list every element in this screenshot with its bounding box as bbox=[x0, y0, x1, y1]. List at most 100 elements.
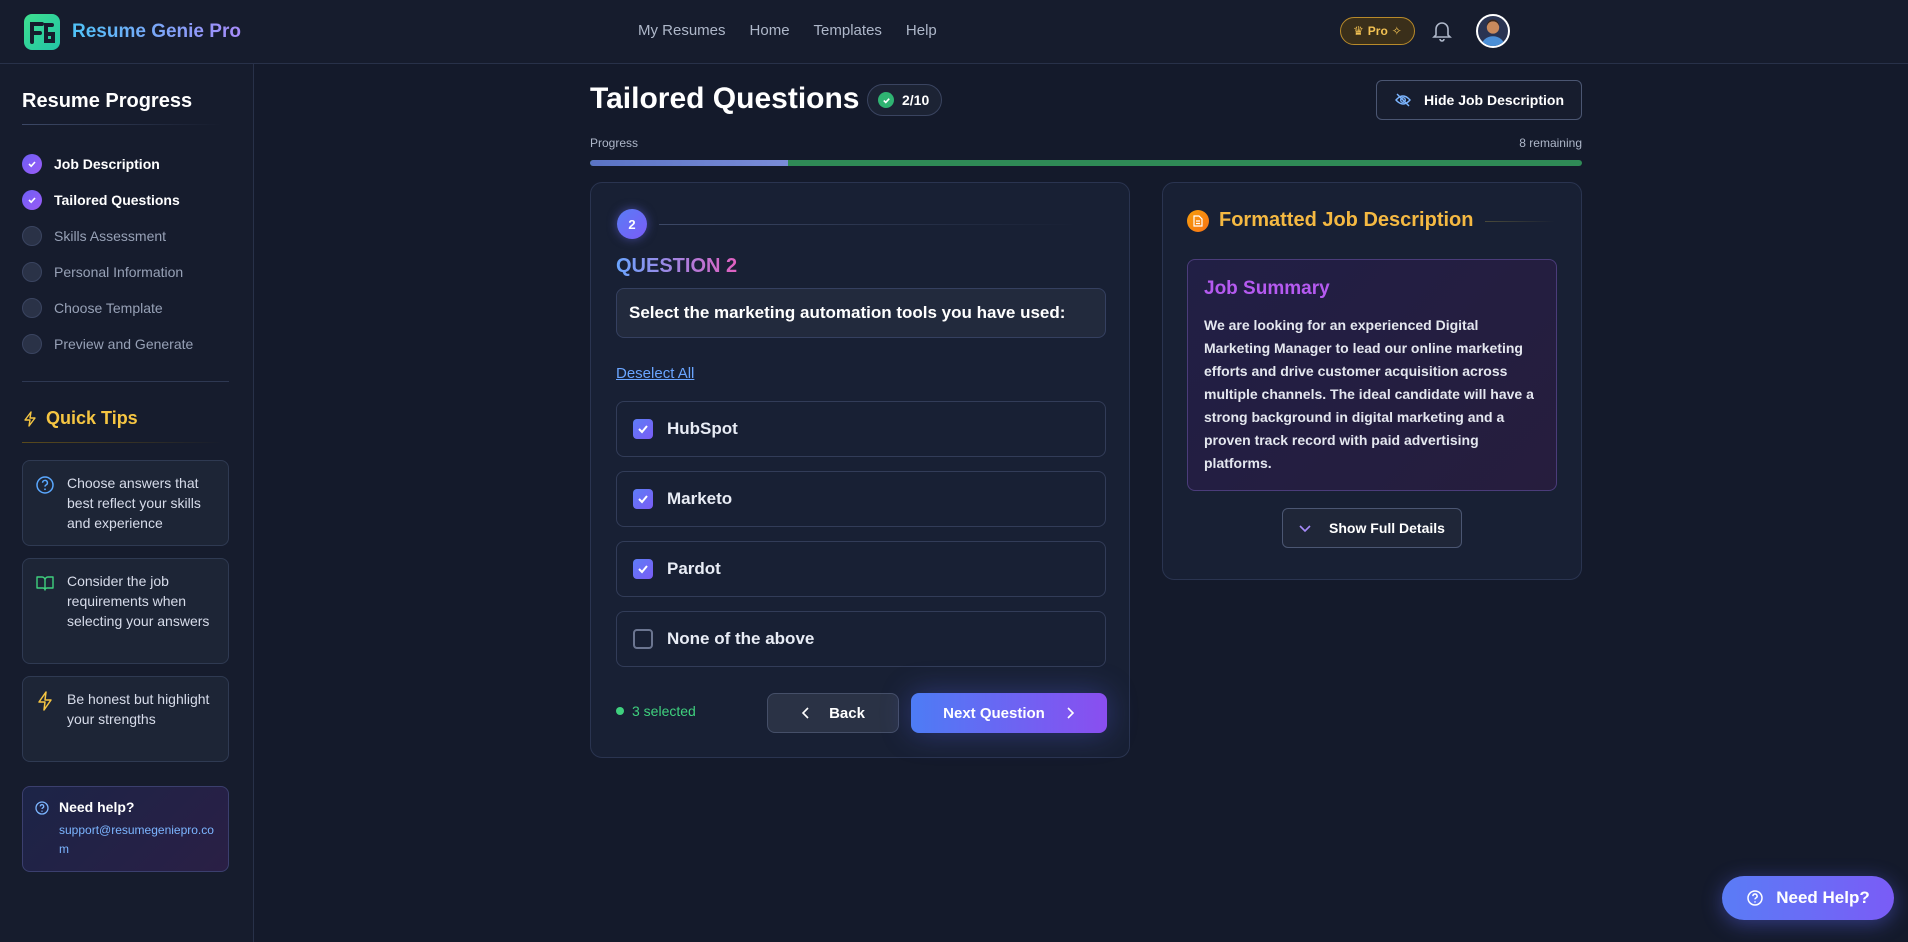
check-icon bbox=[22, 190, 42, 210]
question-number-badge: 2 bbox=[617, 209, 647, 239]
check-icon bbox=[878, 92, 894, 108]
progress-label: Progress bbox=[590, 136, 639, 150]
checkbox-unchecked[interactable] bbox=[633, 629, 653, 649]
back-button[interactable]: Back bbox=[767, 693, 899, 733]
brand-name: Resume Genie Pro bbox=[72, 21, 241, 42]
nav-templates[interactable]: Templates bbox=[814, 22, 882, 39]
pro-label: Pro bbox=[1367, 24, 1388, 38]
empty-circle-icon bbox=[22, 226, 42, 246]
help-title: Need help? bbox=[59, 799, 135, 815]
tip-card: Consider the job requirements when selec… bbox=[22, 558, 229, 664]
pro-badge[interactable]: ♛ Pro ✧ bbox=[1340, 17, 1415, 45]
hide-job-description-button[interactable]: Hide Job Description bbox=[1376, 80, 1582, 120]
step-label: Tailored Questions bbox=[54, 192, 180, 208]
step-job-description[interactable]: Job Description bbox=[22, 146, 193, 182]
tip-text: Consider the job requirements when selec… bbox=[67, 573, 210, 629]
lightning-icon bbox=[24, 410, 36, 427]
document-icon bbox=[1187, 209, 1209, 232]
job-summary-title: Job Summary bbox=[1204, 278, 1330, 299]
sparkle-icon: ✧ bbox=[1391, 24, 1402, 38]
selected-count: 3 selected bbox=[616, 703, 696, 719]
need-help-button[interactable]: Need Help? bbox=[1722, 876, 1894, 920]
back-label: Back bbox=[829, 704, 865, 722]
avatar-icon bbox=[1481, 19, 1505, 46]
empty-circle-icon bbox=[22, 334, 42, 354]
step-skills-assessment[interactable]: Skills Assessment bbox=[22, 218, 193, 254]
step-choose-template[interactable]: Choose Template bbox=[22, 290, 193, 326]
sidebar-title: Resume Progress bbox=[22, 90, 193, 112]
job-description-card: Formatted Job Description Job Summary We… bbox=[1162, 182, 1582, 580]
question-count-badge: 2/10 bbox=[867, 84, 943, 116]
chevron-down-icon bbox=[1299, 525, 1311, 533]
eye-off-icon bbox=[1395, 93, 1411, 107]
show-full-details-button[interactable]: Show Full Details bbox=[1282, 508, 1462, 548]
support-email-link[interactable]: support@resumegeniepro.com bbox=[59, 821, 216, 859]
next-question-button[interactable]: Next Question bbox=[911, 693, 1107, 733]
selected-count-text: 3 selected bbox=[632, 703, 696, 719]
app-logo[interactable]: Resume Genie Pro bbox=[22, 12, 241, 52]
job-summary-text: We are looking for an experienced Digita… bbox=[1204, 317, 1534, 471]
nav-home[interactable]: Home bbox=[750, 22, 790, 39]
quick-tips-heading: Quick Tips bbox=[22, 408, 138, 429]
divider bbox=[22, 442, 222, 443]
nav-my-resumes[interactable]: My Resumes bbox=[638, 22, 726, 39]
progress-steps: Job Description Tailored Questions Skill… bbox=[22, 146, 193, 362]
tip-card: Choose answers that best reflect your sk… bbox=[22, 460, 229, 546]
progress-fill bbox=[590, 160, 789, 166]
deselect-all-link[interactable]: Deselect All bbox=[616, 365, 694, 382]
next-label: Next Question bbox=[943, 704, 1045, 722]
divider bbox=[22, 124, 222, 125]
help-card: Need help? support@resumegeniepro.com bbox=[22, 786, 229, 872]
option-pardot[interactable]: Pardot bbox=[616, 541, 1106, 597]
sidebar: Resume Progress Job Description Tailored… bbox=[0, 64, 254, 942]
lightning-icon bbox=[38, 691, 52, 711]
step-personal-information[interactable]: Personal Information bbox=[22, 254, 193, 290]
question-heading: QUESTION 2 bbox=[616, 255, 738, 277]
job-description-title: Formatted Job Description bbox=[1219, 209, 1474, 231]
question-card: 2 QUESTION 2 Select the marketing automa… bbox=[590, 182, 1130, 758]
question-circle-icon bbox=[36, 476, 54, 494]
job-summary-box: Job Summary We are looking for an experi… bbox=[1187, 259, 1557, 491]
checkbox-checked[interactable] bbox=[633, 419, 653, 439]
quick-tips-title: Quick Tips bbox=[46, 408, 138, 428]
checkbox-checked[interactable] bbox=[633, 559, 653, 579]
step-preview-generate[interactable]: Preview and Generate bbox=[22, 326, 193, 362]
question-text: Select the marketing automation tools yo… bbox=[616, 288, 1106, 338]
crown-icon: ♛ bbox=[1353, 24, 1364, 38]
step-label: Choose Template bbox=[54, 300, 163, 316]
status-dot bbox=[616, 707, 624, 715]
option-label: Marketo bbox=[667, 489, 733, 508]
tip-text: Choose answers that best reflect your sk… bbox=[67, 475, 201, 531]
option-marketo[interactable]: Marketo bbox=[616, 471, 1106, 527]
option-label: HubSpot bbox=[667, 419, 738, 438]
checkbox-checked[interactable] bbox=[633, 489, 653, 509]
job-description-header: Formatted Job Description bbox=[1187, 209, 1473, 232]
nav-help[interactable]: Help bbox=[906, 22, 937, 39]
count-text: 2/10 bbox=[902, 92, 930, 108]
logo-icon bbox=[24, 14, 60, 50]
option-hubspot[interactable]: HubSpot bbox=[616, 401, 1106, 457]
chevron-left-icon bbox=[801, 707, 809, 719]
progress-remaining: 8 remaining bbox=[1519, 136, 1582, 150]
check-icon bbox=[22, 154, 42, 174]
top-navbar: Resume Genie Pro My Resumes Home Templat… bbox=[0, 0, 1908, 64]
need-help-label: Need Help? bbox=[1776, 888, 1870, 907]
question-circle-icon bbox=[35, 801, 49, 815]
option-label: None of the above bbox=[667, 629, 815, 648]
question-circle-icon bbox=[1747, 890, 1763, 906]
bell-icon[interactable] bbox=[1432, 20, 1452, 42]
show-details-label: Show Full Details bbox=[1329, 520, 1445, 536]
step-label: Personal Information bbox=[54, 264, 184, 280]
step-tailored-questions[interactable]: Tailored Questions bbox=[22, 182, 193, 218]
option-none-of-the-above[interactable]: None of the above bbox=[616, 611, 1106, 667]
page-title: Tailored Questions bbox=[590, 82, 860, 115]
tip-card: Be honest but highlight your strengths bbox=[22, 676, 229, 762]
empty-circle-icon bbox=[22, 298, 42, 318]
user-avatar[interactable] bbox=[1476, 14, 1510, 48]
divider bbox=[1485, 221, 1555, 222]
tip-text: Be honest but highlight your strengths bbox=[67, 691, 210, 727]
main-nav: My Resumes Home Templates Help bbox=[638, 22, 937, 39]
option-label: Pardot bbox=[667, 559, 721, 578]
empty-circle-icon bbox=[22, 262, 42, 282]
divider bbox=[659, 224, 1079, 225]
